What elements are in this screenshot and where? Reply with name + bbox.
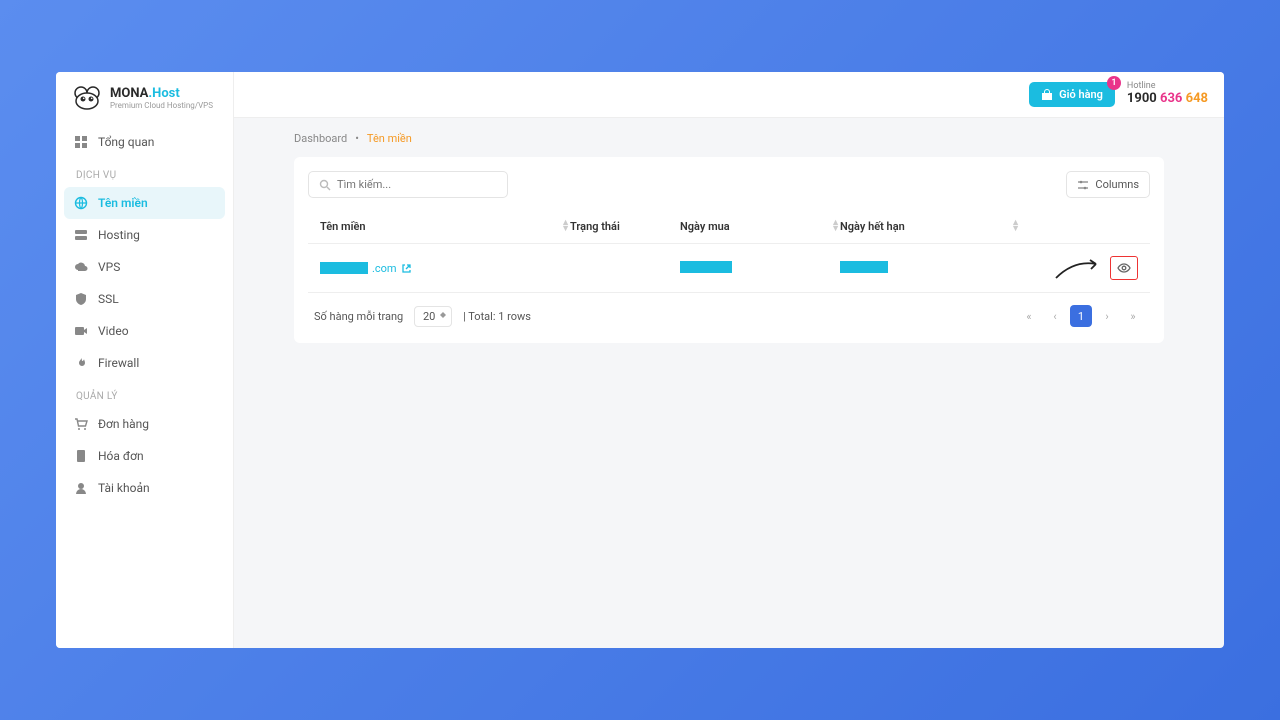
sidebar-item-ssl[interactable]: SSL	[64, 283, 225, 315]
sliders-icon	[1077, 179, 1089, 191]
sidebar-item-hosting[interactable]: Hosting	[64, 219, 225, 251]
breadcrumb-current: Tên miền	[367, 132, 412, 145]
breadcrumb-root[interactable]: Dashboard	[294, 132, 347, 145]
sidebar-item-firewall[interactable]: Firewall	[64, 347, 225, 379]
hotline: Hotline 1900 636 648	[1127, 82, 1208, 106]
columns-label: Columns	[1095, 178, 1139, 191]
main: Giỏ hàng 1 Hotline 1900 636 648 Dashboar…	[234, 72, 1224, 648]
sidebar-item-vps[interactable]: VPS	[64, 251, 225, 283]
sidebar-item-account[interactable]: Tài khoản	[64, 472, 225, 504]
sidebar: MONA.Host Premium Cloud Hosting/VPS Tổng…	[56, 72, 234, 648]
sidebar-item-label: Tài khoản	[98, 481, 150, 495]
th-actions	[1020, 220, 1138, 233]
rows-select[interactable]: 20	[414, 306, 452, 327]
page-prev-button[interactable]: ‹	[1044, 305, 1066, 327]
page-last-button[interactable]: »	[1122, 305, 1144, 327]
logo-brand-2: .Host	[148, 86, 179, 101]
search-input[interactable]	[337, 178, 497, 191]
video-icon	[74, 324, 88, 338]
content: Dashboard • Tên miền Columns	[234, 118, 1224, 357]
total-rows: | Total: 1 rows	[463, 310, 531, 323]
logo-brand-1: MONA	[110, 86, 148, 101]
sidebar-item-label: Video	[98, 324, 129, 338]
shield-icon	[74, 292, 88, 306]
table-header: Tên miền▲▼ Trạng thái Ngày mua▲▼ Ngày hế…	[308, 210, 1150, 244]
sidebar-item-label: Tên miền	[98, 196, 148, 210]
th-expire[interactable]: Ngày hết hạn▲▼	[840, 220, 1020, 233]
pagination: « ‹ 1 › »	[1018, 305, 1144, 327]
sidebar-item-invoices[interactable]: Hóa đơn	[64, 440, 225, 472]
sidebar-item-label: VPS	[98, 260, 120, 274]
breadcrumb-sep: •	[355, 132, 359, 145]
search-icon	[319, 179, 331, 191]
logo-tagline: Premium Cloud Hosting/VPS	[110, 101, 213, 110]
th-purchase[interactable]: Ngày mua▲▼	[680, 220, 840, 233]
redacted-text	[320, 262, 368, 274]
panel-toolbar: Columns	[308, 171, 1150, 198]
page-number-button[interactable]: 1	[1070, 305, 1092, 327]
cloud-icon	[74, 260, 88, 274]
sidebar-item-label: Tổng quan	[98, 135, 154, 149]
sidebar-item-domain[interactable]: Tên miền	[64, 187, 225, 219]
panel: Columns Tên miền▲▼ Trạng thái Ngày mua▲▼…	[294, 157, 1164, 343]
sidebar-item-orders[interactable]: Đơn hàng	[64, 408, 225, 440]
th-domain[interactable]: Tên miền▲▼	[320, 220, 570, 233]
cart-button[interactable]: Giỏ hàng 1	[1029, 82, 1115, 107]
table: Tên miền▲▼ Trạng thái Ngày mua▲▼ Ngày hế…	[308, 210, 1150, 293]
cart-badge: 1	[1107, 76, 1121, 90]
search-box[interactable]	[308, 171, 508, 198]
logo-icon	[72, 86, 102, 110]
rows-label: Số hàng mỗi trang	[314, 310, 403, 323]
cell-actions	[1020, 256, 1138, 280]
redacted-text	[840, 261, 888, 273]
server-icon	[74, 228, 88, 242]
cell-purchase	[680, 261, 840, 276]
view-button[interactable]	[1110, 256, 1138, 280]
user-icon	[74, 481, 88, 495]
topbar: Giỏ hàng 1 Hotline 1900 636 648	[234, 72, 1224, 118]
sidebar-item-label: SSL	[98, 292, 119, 306]
sort-icon: ▲▼	[831, 221, 840, 232]
sort-icon: ▲▼	[1011, 221, 1020, 232]
sidebar-item-video[interactable]: Video	[64, 315, 225, 347]
sidebar-item-label: Đơn hàng	[98, 417, 149, 431]
domain-suffix: .com	[372, 262, 397, 275]
sort-icon: ▲▼	[561, 221, 570, 232]
eye-icon	[1117, 261, 1131, 275]
nav: Tổng quan DỊCH VỤ Tên miền Hosting VPS S…	[56, 120, 233, 510]
sidebar-item-label: Hóa đơn	[98, 449, 144, 463]
rows-per-page: Số hàng mỗi trang 20 | Total: 1 rows	[314, 306, 531, 327]
cart-icon	[74, 417, 88, 431]
sidebar-item-label: Firewall	[98, 356, 139, 370]
nav-section-service: DỊCH VỤ	[64, 158, 225, 187]
cart-label: Giỏ hàng	[1059, 88, 1103, 101]
columns-button[interactable]: Columns	[1066, 171, 1150, 198]
logo[interactable]: MONA.Host Premium Cloud Hosting/VPS	[56, 72, 233, 120]
cell-expire	[840, 261, 1020, 276]
grid-icon	[74, 135, 88, 149]
nav-section-manage: QUẢN LÝ	[64, 379, 225, 408]
hotline-number: 1900 636 648	[1127, 92, 1208, 106]
annotation-arrow-icon	[1054, 258, 1104, 280]
bag-icon	[1041, 89, 1053, 101]
page-first-button[interactable]: «	[1018, 305, 1040, 327]
document-icon	[74, 449, 88, 463]
external-link-icon[interactable]	[401, 263, 412, 274]
breadcrumb: Dashboard • Tên miền	[294, 132, 1164, 145]
redacted-text	[680, 261, 732, 273]
page-next-button[interactable]: ›	[1096, 305, 1118, 327]
fire-icon	[74, 356, 88, 370]
app-frame: MONA.Host Premium Cloud Hosting/VPS Tổng…	[56, 72, 1224, 648]
table-footer: Số hàng mỗi trang 20 | Total: 1 rows « ‹…	[308, 293, 1150, 329]
sidebar-item-label: Hosting	[98, 228, 140, 242]
globe-icon	[74, 196, 88, 210]
sidebar-item-overview[interactable]: Tổng quan	[64, 126, 225, 158]
th-status: Trạng thái	[570, 220, 680, 233]
table-row: .com	[308, 244, 1150, 293]
cell-domain[interactable]: .com	[320, 262, 570, 275]
